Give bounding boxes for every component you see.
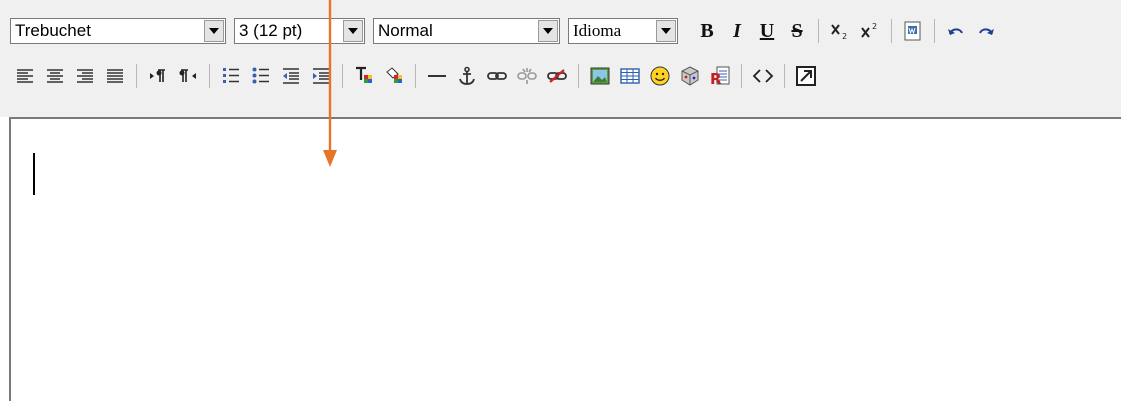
editor-toolbar: Trebuchet 3 (12 pt) Normal Idioma B I U …: [0, 0, 1121, 117]
align-right-button[interactable]: [70, 60, 100, 92]
separator: [818, 19, 819, 43]
code-icon: [752, 69, 774, 83]
anchor-button[interactable]: [452, 60, 482, 92]
horizontal-rule-button[interactable]: [422, 60, 452, 92]
outdent-button[interactable]: [276, 60, 306, 92]
separator: [784, 64, 785, 88]
separator: [578, 64, 579, 88]
language-value: Idioma: [573, 21, 622, 40]
chevron-down-icon[interactable]: [538, 20, 558, 42]
bold-label: B: [700, 19, 714, 42]
insert-table-button[interactable]: [615, 60, 645, 92]
align-left-icon: [17, 69, 33, 83]
svg-text:2: 2: [872, 22, 877, 31]
undo-icon: [948, 28, 963, 35]
text-color-button[interactable]: [349, 60, 379, 92]
justify-icon: [107, 69, 123, 83]
ordered-list-icon: [223, 68, 239, 83]
fullscreen-button[interactable]: [791, 60, 821, 92]
horizontal-rule-icon: [428, 75, 446, 77]
paste-from-word-button[interactable]: [898, 15, 928, 47]
rtl-direction-button[interactable]: [173, 60, 203, 92]
svg-text:R: R: [710, 70, 722, 87]
italic-button[interactable]: I: [722, 15, 752, 47]
table-icon: [620, 68, 640, 84]
strikethrough-label: S: [791, 19, 803, 42]
chevron-down-icon[interactable]: [204, 20, 224, 42]
bold-button[interactable]: B: [692, 15, 722, 47]
undo-button[interactable]: [941, 15, 971, 47]
editor-content-area[interactable]: [9, 117, 1121, 401]
ordered-list-button[interactable]: [216, 60, 246, 92]
insert-image-button[interactable]: [585, 60, 615, 92]
remove-link-icon: [547, 69, 567, 83]
chevron-down-icon[interactable]: [656, 20, 676, 42]
paragraph-format-value: Normal: [378, 21, 433, 40]
separator: [741, 64, 742, 88]
insert-smiley-button[interactable]: [645, 60, 675, 92]
paragraph-format-select[interactable]: Normal: [373, 18, 560, 44]
font-family-value: Trebuchet: [15, 21, 91, 40]
separator: [136, 64, 137, 88]
separator: [209, 64, 210, 88]
separator: [342, 64, 343, 88]
dice-icon: [681, 66, 699, 86]
remove-link-button[interactable]: [542, 60, 572, 92]
subscript-icon: 2: [831, 24, 847, 41]
text-color-icon: [356, 66, 372, 83]
indent-button[interactable]: [306, 60, 336, 92]
toolbar-row-2: R: [10, 58, 821, 94]
redo-icon: [979, 28, 994, 35]
unordered-list-button[interactable]: [246, 60, 276, 92]
fullscreen-icon: [796, 66, 816, 86]
align-right-icon: [77, 69, 93, 83]
smiley-icon: [650, 66, 670, 86]
svg-text:2: 2: [842, 32, 847, 41]
paste-word-icon: [904, 21, 921, 41]
text-caret: [33, 153, 35, 195]
separator: [934, 19, 935, 43]
indent-icon: [313, 68, 329, 84]
font-family-select[interactable]: Trebuchet: [10, 18, 226, 44]
spellcheck-button[interactable]: R: [705, 60, 735, 92]
justify-button[interactable]: [100, 60, 130, 92]
underline-button[interactable]: U: [752, 15, 782, 47]
insert-special-char-button[interactable]: [675, 60, 705, 92]
ltr-direction-icon: [150, 69, 165, 82]
unlink-button[interactable]: [512, 60, 542, 92]
link-icon: [487, 72, 507, 80]
align-center-icon: [47, 69, 63, 83]
unordered-list-icon: [252, 67, 269, 84]
align-left-button[interactable]: [10, 60, 40, 92]
redo-button[interactable]: [971, 15, 1001, 47]
font-size-select[interactable]: 3 (12 pt): [234, 18, 365, 44]
italic-label: I: [733, 19, 741, 42]
separator: [415, 64, 416, 88]
rtl-direction-icon: [179, 69, 196, 82]
outdent-icon: [283, 68, 299, 84]
image-icon: [590, 67, 610, 85]
spellcheck-icon: R: [710, 66, 730, 87]
background-color-button[interactable]: [379, 60, 409, 92]
align-center-button[interactable]: [40, 60, 70, 92]
anchor-icon: [459, 66, 475, 85]
subscript-button[interactable]: 2: [825, 15, 855, 47]
superscript-button[interactable]: 2: [855, 15, 885, 47]
html-source-button[interactable]: [748, 60, 778, 92]
underline-label: U: [759, 19, 775, 42]
font-size-value: 3 (12 pt): [239, 21, 303, 40]
toolbar-row-1: Trebuchet 3 (12 pt) Normal Idioma B I U …: [10, 13, 1001, 49]
unlink-icon: [517, 68, 537, 84]
language-select[interactable]: Idioma: [568, 18, 678, 44]
strikethrough-button[interactable]: S: [782, 15, 812, 47]
superscript-icon: 2: [861, 22, 877, 38]
paint-bucket-icon: [386, 67, 402, 83]
ltr-direction-button[interactable]: [143, 60, 173, 92]
insert-link-button[interactable]: [482, 60, 512, 92]
chevron-down-icon[interactable]: [343, 20, 363, 42]
separator: [891, 19, 892, 43]
